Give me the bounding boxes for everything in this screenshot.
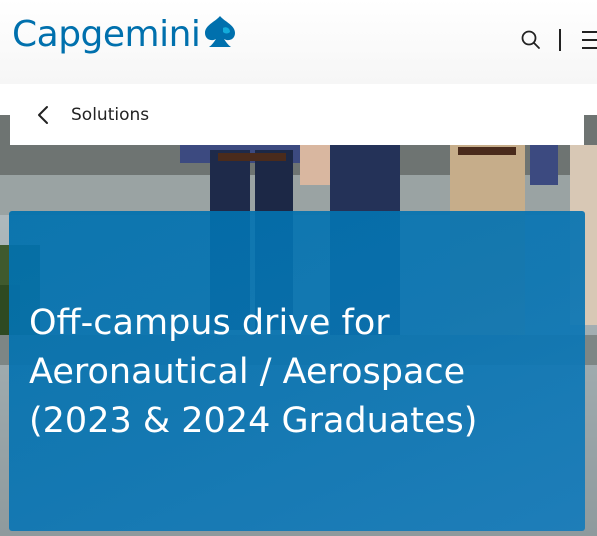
chevron-left-icon [37, 103, 57, 127]
breadcrumb[interactable]: Solutions [10, 85, 584, 145]
menu-icon-bar [582, 39, 597, 41]
breadcrumb-label: Solutions [71, 105, 150, 125]
menu-icon [582, 31, 597, 33]
page-title: Off-campus drive for Aeronautical / Aero… [29, 299, 569, 446]
capgemini-spade-icon [205, 16, 236, 47]
title-line-3: (2023 & 2024 Graduates) [29, 401, 478, 441]
title-line-1: Off-campus drive for [29, 303, 390, 343]
hero-title-banner: Off-campus drive for Aeronautical / Aero… [9, 211, 585, 531]
search-icon [521, 30, 540, 49]
menu-icon-bar [582, 47, 597, 49]
logo-wordmark: Capgemini [12, 13, 201, 55]
title-line-2: Aeronautical / Aerospace [29, 352, 466, 392]
site-header: Capgemini [0, 0, 597, 84]
header-divider [559, 29, 561, 51]
search-button[interactable] [518, 27, 544, 53]
menu-button[interactable] [578, 28, 597, 52]
capgemini-logo[interactable]: Capgemini [12, 6, 238, 62]
